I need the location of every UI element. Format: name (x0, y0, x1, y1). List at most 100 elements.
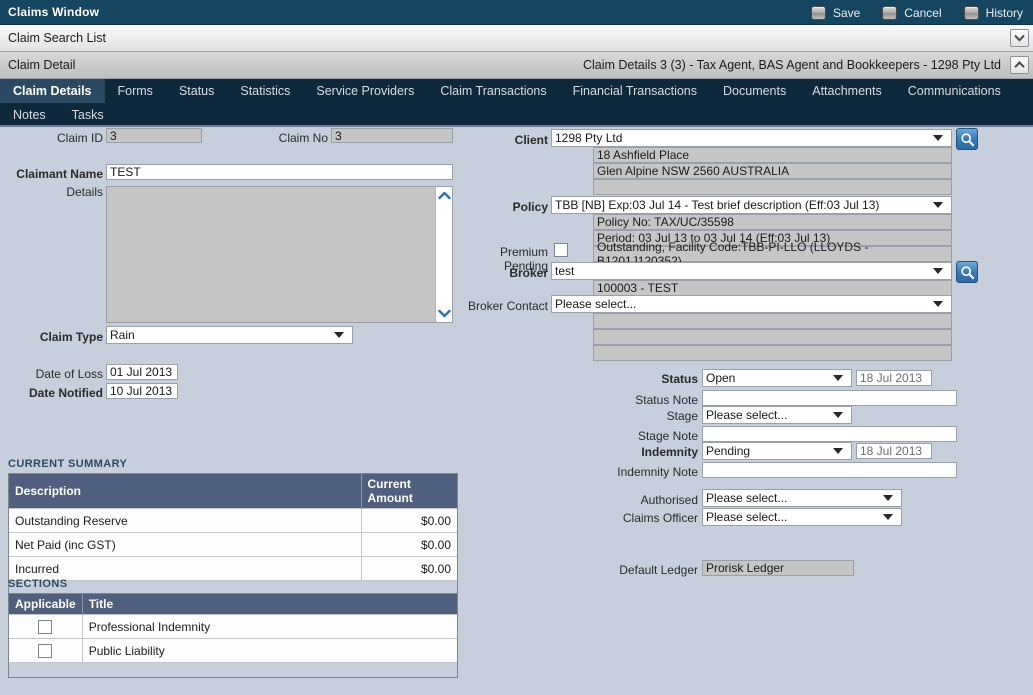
claim-detail-bar[interactable]: Claim Detail Claim Details 3 (3) - Tax A… (0, 52, 1033, 79)
client-label: Client (514, 133, 548, 147)
title-bar: Claims Window Save Cancel History (0, 0, 1033, 25)
chevron-down-icon (883, 514, 893, 520)
tab-claim-details[interactable]: Claim Details (0, 79, 105, 103)
scroll-up-icon (437, 191, 451, 200)
details-scrollbar[interactable] (435, 187, 452, 322)
policy-select[interactable]: TBB [NB] Exp:03 Jul 14 - Test brief desc… (551, 196, 952, 214)
date-of-loss-input[interactable]: 01 Jul 2013 (106, 364, 178, 380)
section-applicable-checkbox[interactable] (38, 643, 53, 658)
claims-officer-value: Please select... (706, 510, 788, 524)
tab-tasks[interactable]: Tasks (59, 103, 117, 127)
save-button-label: Save (832, 5, 861, 20)
window-title: Claims Window (8, 5, 100, 19)
broker-contact-select[interactable]: Please select... (551, 295, 952, 313)
claim-id-field: 3 (106, 128, 202, 143)
claims-officer-label: Claims Officer (622, 511, 698, 525)
policy-facility-line: Outstanding, Facility Code:TBB-PI-LLO (L… (593, 240, 952, 268)
status-select[interactable]: Open (702, 369, 852, 387)
stage-note-input[interactable] (702, 426, 957, 442)
default-ledger-field: Prorisk Ledger (702, 560, 854, 576)
claimant-name-input[interactable]: TEST (106, 164, 453, 180)
tab-label: Claim Details (13, 84, 92, 98)
section-title: Professional Indemnity (82, 614, 457, 639)
claim-no-label: Claim No (278, 131, 328, 145)
section-title: Public Liability (82, 638, 457, 663)
status-note-label: Status Note (635, 393, 698, 407)
broker-contact-line-2 (593, 329, 952, 345)
broker-search-button[interactable] (956, 261, 978, 283)
tab-forms[interactable]: Forms (105, 79, 166, 103)
indemnity-label: Indemnity (641, 445, 698, 459)
tab-documents[interactable]: Documents (710, 79, 799, 103)
broker-contact-label: Broker Contact (467, 299, 548, 313)
column-header-current-amount[interactable]: Current Amount (361, 474, 457, 509)
authorised-select[interactable]: Please select... (702, 489, 902, 507)
column-header-title[interactable]: Title (82, 594, 457, 615)
stage-label: Stage (666, 409, 698, 423)
tab-label: Service Providers (316, 84, 415, 98)
history-button-label: History (985, 5, 1023, 20)
tab-status[interactable]: Status (166, 79, 227, 103)
indemnity-note-input[interactable] (702, 462, 957, 478)
summary-description: Net Paid (inc GST) (9, 532, 362, 557)
broker-value: test (555, 264, 575, 278)
status-note-input[interactable] (702, 390, 957, 406)
client-address-line-3 (593, 179, 952, 195)
table-row[interactable]: Professional Indemnity (9, 614, 457, 639)
client-select[interactable]: 1298 Pty Ltd (551, 129, 952, 147)
column-header-applicable[interactable]: Applicable (9, 594, 83, 615)
claims-officer-select[interactable]: Please select... (702, 508, 902, 526)
sections-title: SECTIONS (8, 578, 68, 590)
tab-label: Tasks (71, 108, 104, 122)
date-notified-input[interactable]: 10 Jul 2013 (106, 383, 178, 399)
tab-claim-transactions[interactable]: Claim Transactions (427, 79, 559, 103)
summary-description: Incurred (9, 556, 362, 581)
save-button[interactable]: Save (810, 5, 861, 20)
chevron-down-icon (833, 448, 843, 454)
tab-label: Communications (907, 84, 1001, 98)
broker-select[interactable]: test (551, 262, 952, 280)
table-row[interactable]: Outstanding Reserve $0.00 (9, 508, 457, 533)
expand-search-list-button[interactable] (1010, 29, 1029, 47)
indemnity-value: Pending (706, 444, 751, 458)
tab-statistics[interactable]: Statistics (227, 79, 303, 103)
claim-type-select[interactable]: Rain (106, 326, 353, 344)
chevron-down-icon (933, 202, 943, 208)
stage-value: Please select... (706, 408, 788, 422)
premium-pending-checkbox[interactable] (554, 243, 568, 257)
table-row[interactable]: Net Paid (inc GST) $0.00 (9, 532, 457, 557)
main-toolbar: Save Cancel History (810, 0, 1023, 25)
cancel-button[interactable]: Cancel (882, 5, 942, 20)
tab-label: Status (178, 84, 215, 98)
details-textarea[interactable] (106, 186, 453, 323)
claim-search-list-bar[interactable]: Claim Search List (0, 25, 1033, 52)
column-header-description[interactable]: Description (9, 474, 362, 509)
history-button[interactable]: History (963, 5, 1023, 20)
tab-service-providers[interactable]: Service Providers (303, 79, 427, 103)
claim-detail-label: Claim Detail (8, 58, 76, 72)
table-header-row: Description Current Amount (9, 474, 457, 509)
table-row[interactable]: Public Liability (9, 638, 457, 663)
tab-notes[interactable]: Notes (0, 103, 59, 127)
client-search-button[interactable] (956, 128, 978, 150)
tab-financial-transactions[interactable]: Financial Transactions (560, 79, 710, 103)
indemnity-select[interactable]: Pending (702, 442, 852, 460)
client-address-line-2: Glen Alpine NSW 2560 AUSTRALIA (593, 163, 952, 179)
broker-label: Broker (509, 266, 548, 280)
tab-attachments[interactable]: Attachments (799, 79, 894, 103)
section-applicable-checkbox[interactable] (38, 619, 53, 634)
section-applicable-cell (9, 638, 83, 663)
sections-grid: Applicable Title Professional Indemnity … (8, 593, 458, 678)
tab-label: Documents (723, 84, 787, 98)
tab-communications[interactable]: Communications (895, 79, 1014, 103)
stage-select[interactable]: Please select... (702, 406, 852, 424)
summary-amount: $0.00 (361, 532, 457, 557)
status-label: Status (661, 372, 698, 386)
claim-no-field: 3 (331, 128, 453, 143)
search-icon (960, 265, 974, 279)
claim-search-list-label: Claim Search List (8, 31, 106, 45)
collapse-claim-detail-button[interactable] (1010, 56, 1029, 74)
tab-bar: Claim Details Forms Status Statistics Se… (0, 79, 1033, 127)
default-ledger-label: Default Ledger (619, 563, 698, 577)
table-row[interactable]: Incurred $0.00 (9, 556, 457, 581)
